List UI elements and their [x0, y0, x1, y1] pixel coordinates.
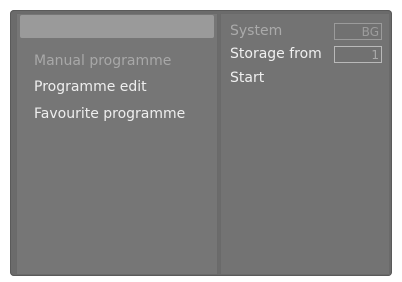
right-settings-panel: System BG Storage from 1 Start — [220, 13, 390, 275]
storage-from-value-field[interactable]: 1 — [334, 46, 382, 63]
menu-selection-highlight[interactable] — [20, 15, 214, 38]
menu-item-manual-programme[interactable]: Manual programme — [34, 51, 171, 71]
menu-item-favourite-programme[interactable]: Favourite programme — [34, 104, 185, 124]
system-label: System — [230, 23, 283, 39]
start-item[interactable]: Start — [230, 68, 264, 88]
storage-from-label: Storage from — [230, 46, 322, 62]
menu-item-programme-edit[interactable]: Programme edit — [34, 77, 147, 97]
menu-item-label: Programme edit — [34, 79, 147, 95]
menu-item-label: Favourite programme — [34, 106, 186, 122]
tv-osd-screen: Manual programme Programme edit Favourit… — [10, 10, 392, 276]
system-value-field[interactable]: BG — [334, 23, 382, 40]
menu-item-label: Manual programme — [34, 53, 172, 69]
left-menu-panel: Manual programme Programme edit Favourit… — [16, 13, 218, 275]
